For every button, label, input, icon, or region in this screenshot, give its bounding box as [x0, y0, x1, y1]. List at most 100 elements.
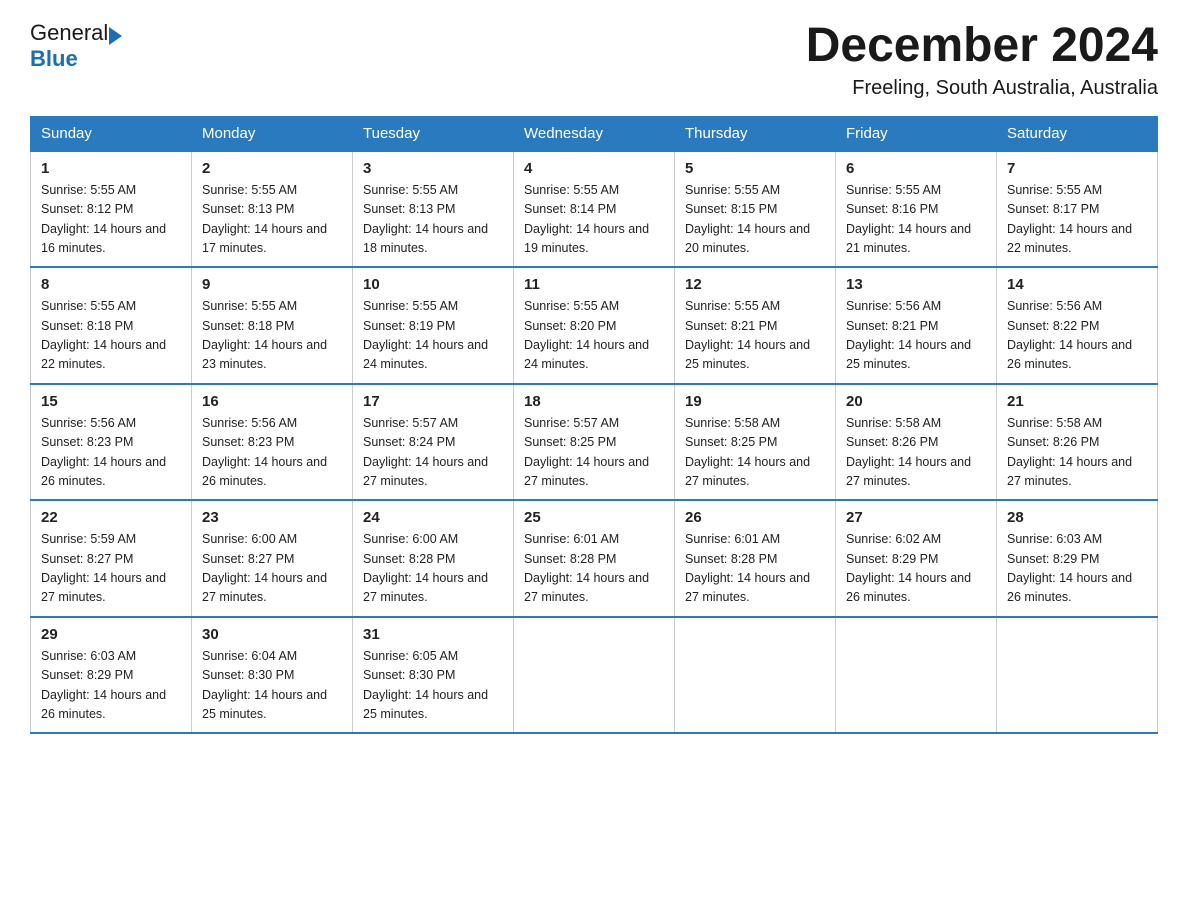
table-row: 10 Sunrise: 5:55 AMSunset: 8:19 PMDayligh…	[353, 267, 514, 384]
day-number: 2	[202, 160, 342, 177]
day-info: Sunrise: 6:00 AMSunset: 8:27 PMDaylight:…	[202, 530, 342, 608]
day-number: 23	[202, 509, 342, 526]
day-number: 27	[846, 509, 986, 526]
day-number: 13	[846, 276, 986, 293]
calendar-table: Sunday Monday Tuesday Wednesday Thursday…	[30, 116, 1158, 735]
day-info: Sunrise: 5:57 AMSunset: 8:25 PMDaylight:…	[524, 414, 664, 492]
table-row: 25Sunrise: 6:01 AMSunset: 8:28 PMDayligh…	[514, 500, 675, 617]
day-info: Sunrise: 5:55 AMSunset: 8:20 PMDaylight:…	[524, 297, 664, 375]
table-row: 9 Sunrise: 5:55 AMSunset: 8:18 PMDaylight…	[192, 267, 353, 384]
day-number: 20	[846, 393, 986, 410]
day-info: Sunrise: 6:03 AMSunset: 8:29 PMDaylight:…	[41, 647, 181, 725]
day-number: 1	[41, 160, 181, 177]
day-info: Sunrise: 5:58 AMSunset: 8:26 PMDaylight:…	[846, 414, 986, 492]
table-row: 27 Sunrise: 6:02 AMSunset: 8:29 PMDayligh…	[836, 500, 997, 617]
day-info: Sunrise: 5:56 AMSunset: 8:22 PMDaylight:…	[1007, 297, 1147, 375]
table-row: 2 Sunrise: 5:55 AMSunset: 8:13 PMDaylight…	[192, 151, 353, 268]
day-info: Sunrise: 5:55 AMSunset: 8:16 PMDaylight:…	[846, 181, 986, 259]
day-info: Sunrise: 6:01 AMSunset: 8:28 PMDaylight:…	[685, 530, 825, 608]
day-info: Sunrise: 5:55 AMSunset: 8:18 PMDaylight:…	[202, 297, 342, 375]
table-row: 24Sunrise: 6:00 AMSunset: 8:28 PMDayligh…	[353, 500, 514, 617]
col-tuesday: Tuesday	[353, 116, 514, 151]
day-number: 12	[685, 276, 825, 293]
calendar-header-row: Sunday Monday Tuesday Wednesday Thursday…	[31, 116, 1158, 151]
day-number: 4	[524, 160, 664, 177]
table-row: 18 Sunrise: 5:57 AMSunset: 8:25 PMDayligh…	[514, 384, 675, 501]
day-number: 28	[1007, 509, 1147, 526]
table-row	[514, 617, 675, 734]
day-number: 24	[363, 509, 503, 526]
table-row: 22 Sunrise: 5:59 AMSunset: 8:27 PMDayligh…	[31, 500, 192, 617]
logo: General Blue	[30, 20, 122, 72]
day-info: Sunrise: 5:55 AMSunset: 8:18 PMDaylight:…	[41, 297, 181, 375]
logo-general-text: General	[30, 20, 108, 46]
col-friday: Friday	[836, 116, 997, 151]
day-info: Sunrise: 5:55 AMSunset: 8:17 PMDaylight:…	[1007, 181, 1147, 259]
table-row: 20 Sunrise: 5:58 AMSunset: 8:26 PMDayligh…	[836, 384, 997, 501]
col-sunday: Sunday	[31, 116, 192, 151]
table-row: 28 Sunrise: 6:03 AMSunset: 8:29 PMDayligh…	[997, 500, 1158, 617]
table-row: 31Sunrise: 6:05 AMSunset: 8:30 PMDayligh…	[353, 617, 514, 734]
page-header: General Blue December 2024 Freeling, Sou…	[30, 20, 1158, 100]
table-row: 1 Sunrise: 5:55 AMSunset: 8:12 PMDaylight…	[31, 151, 192, 268]
day-number: 7	[1007, 160, 1147, 177]
day-info: Sunrise: 5:55 AMSunset: 8:21 PMDaylight:…	[685, 297, 825, 375]
calendar-location: Freeling, South Australia, Australia	[806, 77, 1158, 100]
table-row: 29Sunrise: 6:03 AMSunset: 8:29 PMDayligh…	[31, 617, 192, 734]
day-info: Sunrise: 5:58 AMSunset: 8:25 PMDaylight:…	[685, 414, 825, 492]
table-row	[675, 617, 836, 734]
day-number: 31	[363, 626, 503, 643]
day-number: 14	[1007, 276, 1147, 293]
table-row: 3 Sunrise: 5:55 AMSunset: 8:13 PMDaylight…	[353, 151, 514, 268]
day-info: Sunrise: 5:59 AMSunset: 8:27 PMDaylight:…	[41, 530, 181, 608]
table-row: 15 Sunrise: 5:56 AMSunset: 8:23 PMDayligh…	[31, 384, 192, 501]
col-thursday: Thursday	[675, 116, 836, 151]
calendar-week-row: 29Sunrise: 6:03 AMSunset: 8:29 PMDayligh…	[31, 617, 1158, 734]
calendar-week-row: 1 Sunrise: 5:55 AMSunset: 8:12 PMDaylight…	[31, 151, 1158, 268]
table-row	[836, 617, 997, 734]
day-number: 10	[363, 276, 503, 293]
day-info: Sunrise: 5:58 AMSunset: 8:26 PMDaylight:…	[1007, 414, 1147, 492]
day-info: Sunrise: 5:56 AMSunset: 8:23 PMDaylight:…	[41, 414, 181, 492]
table-row: 5 Sunrise: 5:55 AMSunset: 8:15 PMDaylight…	[675, 151, 836, 268]
logo-blue-text: Blue	[30, 46, 78, 71]
day-number: 17	[363, 393, 503, 410]
table-row: 30Sunrise: 6:04 AMSunset: 8:30 PMDayligh…	[192, 617, 353, 734]
calendar-week-row: 8 Sunrise: 5:55 AMSunset: 8:18 PMDaylight…	[31, 267, 1158, 384]
day-info: Sunrise: 5:57 AMSunset: 8:24 PMDaylight:…	[363, 414, 503, 492]
table-row: 16 Sunrise: 5:56 AMSunset: 8:23 PMDayligh…	[192, 384, 353, 501]
day-info: Sunrise: 5:55 AMSunset: 8:13 PMDaylight:…	[363, 181, 503, 259]
table-row: 11Sunrise: 5:55 AMSunset: 8:20 PMDayligh…	[514, 267, 675, 384]
calendar-week-row: 22 Sunrise: 5:59 AMSunset: 8:27 PMDayligh…	[31, 500, 1158, 617]
calendar-week-row: 15 Sunrise: 5:56 AMSunset: 8:23 PMDayligh…	[31, 384, 1158, 501]
day-info: Sunrise: 5:55 AMSunset: 8:19 PMDaylight:…	[363, 297, 503, 375]
day-number: 5	[685, 160, 825, 177]
day-info: Sunrise: 6:01 AMSunset: 8:28 PMDaylight:…	[524, 530, 664, 608]
day-info: Sunrise: 5:56 AMSunset: 8:21 PMDaylight:…	[846, 297, 986, 375]
day-number: 8	[41, 276, 181, 293]
day-info: Sunrise: 5:55 AMSunset: 8:14 PMDaylight:…	[524, 181, 664, 259]
day-info: Sunrise: 6:02 AMSunset: 8:29 PMDaylight:…	[846, 530, 986, 608]
table-row: 17 Sunrise: 5:57 AMSunset: 8:24 PMDayligh…	[353, 384, 514, 501]
table-row: 26Sunrise: 6:01 AMSunset: 8:28 PMDayligh…	[675, 500, 836, 617]
table-row: 13 Sunrise: 5:56 AMSunset: 8:21 PMDayligh…	[836, 267, 997, 384]
calendar-title-block: December 2024 Freeling, South Australia,…	[806, 20, 1158, 100]
day-info: Sunrise: 5:56 AMSunset: 8:23 PMDaylight:…	[202, 414, 342, 492]
day-number: 3	[363, 160, 503, 177]
day-info: Sunrise: 5:55 AMSunset: 8:13 PMDaylight:…	[202, 181, 342, 259]
day-number: 16	[202, 393, 342, 410]
calendar-month-year: December 2024	[806, 20, 1158, 73]
col-wednesday: Wednesday	[514, 116, 675, 151]
table-row: 23 Sunrise: 6:00 AMSunset: 8:27 PMDayligh…	[192, 500, 353, 617]
day-info: Sunrise: 5:55 AMSunset: 8:12 PMDaylight:…	[41, 181, 181, 259]
day-number: 18	[524, 393, 664, 410]
day-info: Sunrise: 6:04 AMSunset: 8:30 PMDaylight:…	[202, 647, 342, 725]
day-info: Sunrise: 6:03 AMSunset: 8:29 PMDaylight:…	[1007, 530, 1147, 608]
day-info: Sunrise: 5:55 AMSunset: 8:15 PMDaylight:…	[685, 181, 825, 259]
day-number: 22	[41, 509, 181, 526]
day-number: 9	[202, 276, 342, 293]
day-number: 15	[41, 393, 181, 410]
table-row: 21Sunrise: 5:58 AMSunset: 8:26 PMDayligh…	[997, 384, 1158, 501]
table-row: 12 Sunrise: 5:55 AMSunset: 8:21 PMDayligh…	[675, 267, 836, 384]
table-row: 19Sunrise: 5:58 AMSunset: 8:25 PMDayligh…	[675, 384, 836, 501]
